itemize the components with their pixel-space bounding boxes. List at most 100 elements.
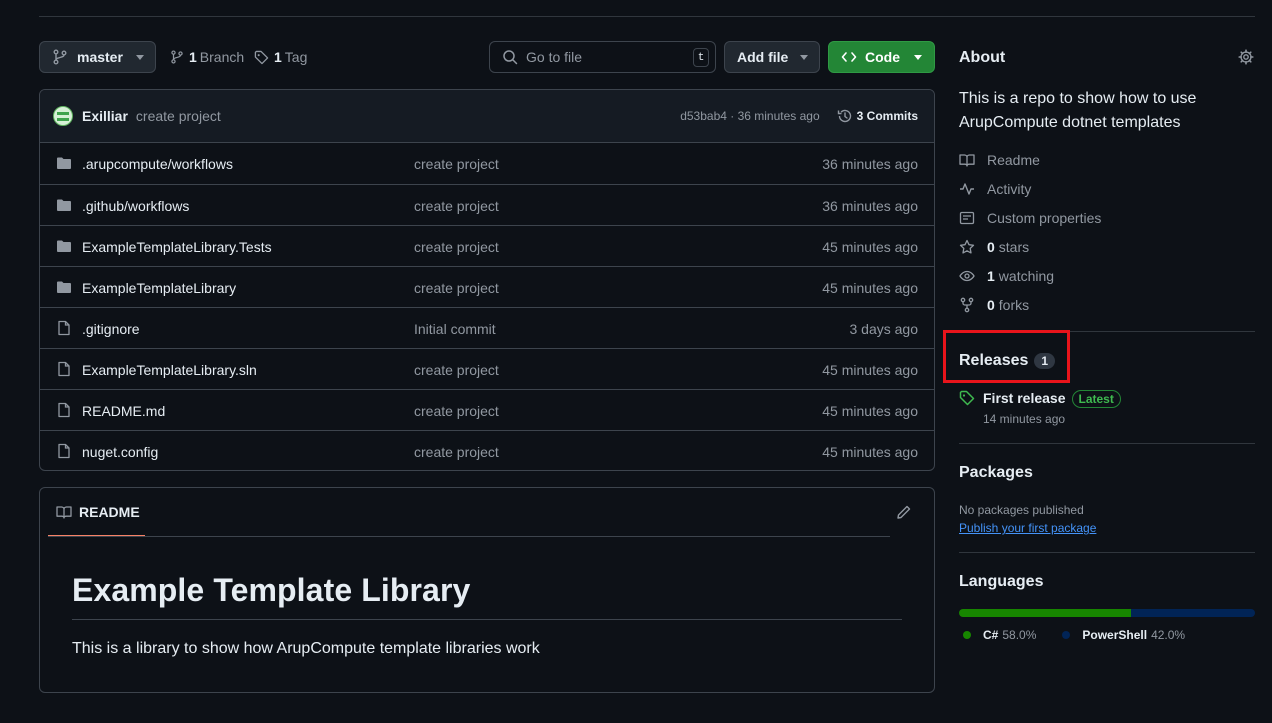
readme-tab[interactable]: README [48, 488, 145, 537]
folder-icon [56, 155, 72, 171]
sidebar-divider [959, 552, 1255, 553]
gear-icon[interactable] [1238, 49, 1254, 65]
git-branch-icon [52, 49, 68, 65]
file-row[interactable]: .gitignore Initial commit 3 days ago [40, 307, 934, 348]
language-dot-icon [963, 631, 971, 639]
file-commit-time: 45 minutes ago [822, 444, 918, 460]
folder-icon [56, 197, 72, 213]
languages-title: Languages [959, 573, 1044, 590]
book-icon [56, 504, 72, 520]
language-dot-icon [1062, 631, 1071, 639]
readme-link[interactable]: Readme [959, 152, 1040, 168]
commits-link[interactable]: 3 Commits [837, 108, 918, 124]
folder-icon [56, 238, 72, 254]
file-commit-message[interactable]: create project [414, 362, 499, 378]
shortcut-hint: t [693, 48, 709, 67]
file-row[interactable]: README.md create project 45 minutes ago [40, 389, 934, 430]
watchers-link[interactable]: 1 watching [959, 268, 1054, 284]
branch-selector-button[interactable]: master [39, 41, 156, 73]
branches-link[interactable]: 1 Branch [170, 49, 244, 65]
language-name[interactable]: PowerShell [1082, 628, 1147, 642]
latest-commit-bar: Exilliar create project d53bab4 · 36 min… [40, 90, 934, 143]
go-to-file-input[interactable] [526, 49, 686, 65]
file-name[interactable]: ExampleTemplateLibrary.Tests [82, 239, 272, 255]
add-file-button[interactable]: Add file [724, 41, 820, 73]
forks-count: 0 [987, 297, 995, 313]
packages-title[interactable]: Packages [959, 464, 1033, 482]
file-commit-message[interactable]: Initial commit [414, 321, 496, 337]
pencil-icon[interactable] [896, 504, 912, 520]
heading-divider [72, 619, 902, 620]
file-name[interactable]: README.md [82, 403, 165, 419]
release-time: 14 minutes ago [983, 412, 1066, 426]
file-commit-time: 3 days ago [849, 321, 919, 337]
file-name[interactable]: ExampleTemplateLibrary [82, 280, 236, 296]
release-name[interactable]: First release [983, 390, 1066, 406]
star-icon [959, 239, 987, 255]
activity-label: Activity [987, 181, 1032, 197]
packages-empty-text: No packages published [959, 503, 1084, 517]
go-to-file-box[interactable]: t [489, 41, 716, 73]
file-commit-time: 36 minutes ago [822, 198, 918, 214]
book-icon [959, 152, 987, 168]
file-commit-time: 45 minutes ago [822, 403, 918, 419]
search-icon [502, 49, 518, 65]
file-commit-message[interactable]: create project [414, 198, 499, 214]
latest-badge: Latest [1071, 390, 1121, 408]
custom-properties-link[interactable]: Custom properties [959, 210, 1101, 226]
stars-label: stars [998, 239, 1030, 255]
language-percent: 42.0% [1151, 628, 1186, 642]
readme-panel: README Example Template Library This is … [39, 487, 935, 693]
commit-hash-time[interactable]: d53bab4 · 36 minutes ago [680, 109, 819, 123]
commit-author[interactable]: Exilliar [82, 108, 128, 124]
add-file-label: Add file [737, 49, 789, 65]
file-commit-message[interactable]: create project [414, 444, 499, 460]
sidebar-divider [959, 443, 1255, 444]
file-row[interactable]: .github/workflows create project 36 minute… [40, 184, 934, 225]
file-commit-message[interactable]: create project [414, 280, 499, 296]
note-icon [959, 210, 987, 226]
code-button[interactable]: Code [828, 41, 935, 73]
about-title: About [959, 49, 1006, 66]
file-name[interactable]: .gitignore [82, 321, 140, 337]
watching-count: 1 [987, 268, 995, 284]
avatar[interactable] [53, 106, 73, 126]
file-row[interactable]: ExampleTemplateLibrary create project 45 m… [40, 266, 934, 307]
forks-link[interactable]: 0 forks [959, 297, 1029, 313]
language-bar [959, 609, 1255, 617]
file-commit-message[interactable]: create project [414, 403, 499, 419]
readme-link-label: Readme [987, 152, 1040, 168]
file-commit-time: 45 minutes ago [822, 239, 918, 255]
readme-heading: Example Template Library [72, 572, 471, 608]
releases-title: Releases [959, 352, 1029, 369]
file-commit-message[interactable]: create project [414, 156, 499, 172]
activity-link[interactable]: Activity [959, 181, 1031, 197]
tag-label: Tag [284, 49, 308, 65]
file-row[interactable]: nuget.config create project 45 minutes ago [40, 430, 934, 470]
language-legend: C# 58.0% PowerShell 42.0% [963, 628, 1185, 642]
chevron-down-icon [800, 54, 809, 60]
commit-message[interactable]: create project [136, 108, 221, 124]
publish-package-link[interactable]: Publish your first package [959, 521, 1096, 535]
file-name[interactable]: nuget.config [82, 444, 158, 460]
stars-link[interactable]: 0 stars [959, 239, 1029, 255]
file-row[interactable]: .arupcompute/workflows create project 36 m… [40, 143, 934, 184]
file-row[interactable]: ExampleTemplateLibrary.sln create project… [40, 348, 934, 389]
file-icon [56, 320, 72, 336]
file-name[interactable]: .github/workflows [82, 198, 189, 214]
history-icon [837, 108, 857, 124]
file-name[interactable]: .arupcompute/workflows [82, 156, 233, 172]
branch-count: 1 [189, 49, 197, 65]
tags-link[interactable]: 1 Tag [254, 49, 307, 65]
file-icon [56, 443, 72, 459]
file-row[interactable]: ExampleTemplateLibrary.Tests create proje… [40, 225, 934, 266]
release-item[interactable]: First release Latest [959, 390, 1121, 408]
file-name[interactable]: ExampleTemplateLibrary.sln [82, 362, 257, 378]
fork-icon [959, 297, 987, 313]
language-bar-segment-csharp [959, 609, 1131, 617]
language-name[interactable]: C# [983, 628, 998, 642]
releases-heading[interactable]: Releases 1 [959, 352, 1056, 370]
code-icon [841, 49, 857, 65]
file-commit-message[interactable]: create project [414, 239, 499, 255]
code-label: Code [865, 49, 900, 65]
